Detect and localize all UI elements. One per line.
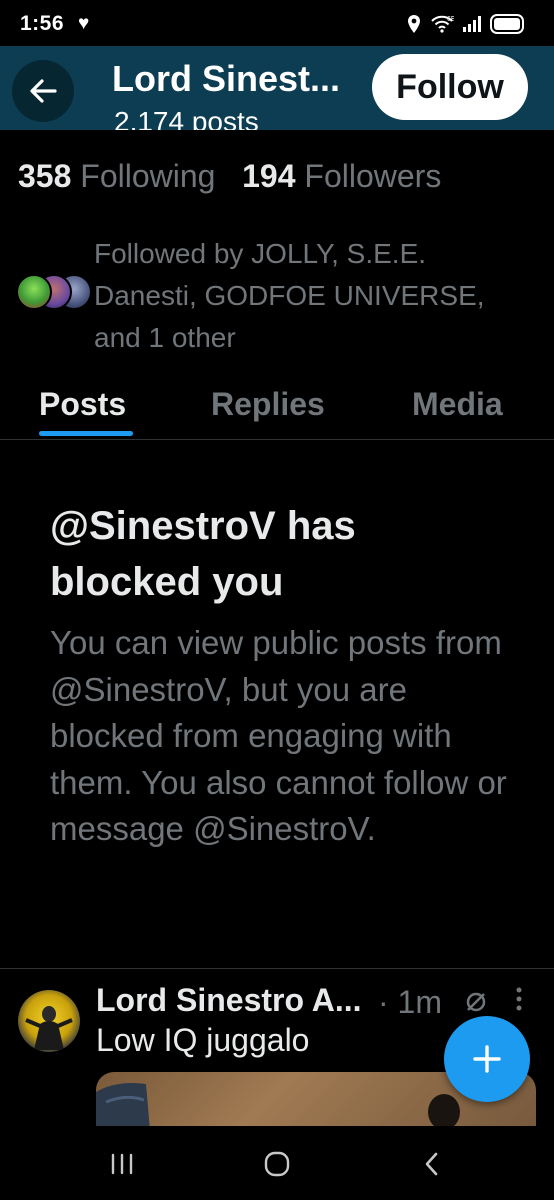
status-bar: 1:56 ♥ 6E xyxy=(0,0,554,46)
followers-label: Followers xyxy=(304,158,442,194)
home-icon xyxy=(264,1151,290,1177)
compose-post-button[interactable] xyxy=(444,1016,530,1102)
back-nav-button[interactable] xyxy=(402,1144,462,1184)
more-options-icon[interactable] xyxy=(514,986,524,1019)
recent-apps-icon xyxy=(111,1153,133,1175)
heart-icon: ♥ xyxy=(78,13,90,34)
signal-icon xyxy=(463,16,481,32)
arrow-left-icon xyxy=(30,79,57,103)
post-text: Low IQ juggalo xyxy=(96,1022,310,1058)
followers-count: 194 xyxy=(242,158,296,194)
follow-button[interactable]: Follow xyxy=(372,54,528,120)
following-label: Following xyxy=(80,158,216,194)
follow-stats: 358 Following 194 Followers xyxy=(18,158,441,195)
edited-icon xyxy=(466,992,486,1012)
followed-by-avatars[interactable] xyxy=(14,274,94,312)
blocked-title: @SinestroV has blocked you xyxy=(50,504,356,604)
chevron-left-icon xyxy=(425,1152,438,1176)
blocked-description: You can view public posts from @Sinestro… xyxy=(50,624,507,847)
recent-apps-button[interactable] xyxy=(92,1144,152,1184)
avatar xyxy=(16,274,52,310)
battery-icon xyxy=(490,14,524,34)
location-icon xyxy=(408,15,420,33)
svg-text:6E: 6E xyxy=(447,16,454,23)
wifi-icon: 6E xyxy=(431,15,454,33)
following-count: 358 xyxy=(18,158,72,194)
system-nav-bar xyxy=(0,1126,554,1200)
following-link[interactable]: 358 Following xyxy=(18,158,215,194)
post-timestamp: · 1m xyxy=(378,984,489,1021)
post-author-avatar[interactable] xyxy=(18,990,80,1052)
plus-icon xyxy=(473,1045,501,1073)
post-author-name[interactable]: Lord Sinestro A... xyxy=(96,982,362,1019)
status-time: 1:56 xyxy=(20,12,65,35)
post-time: · 1m xyxy=(378,984,442,1020)
back-button[interactable] xyxy=(12,60,74,122)
avatar-figure-icon xyxy=(25,1006,73,1050)
profile-header: Lord Sinest... 2,174 posts Follow xyxy=(0,46,554,130)
post-count: 2,174 posts xyxy=(114,106,259,130)
profile-title: Lord Sinest... xyxy=(112,58,341,99)
profile-tabs: Posts Replies Media xyxy=(0,378,554,440)
tab-media[interactable]: Media xyxy=(412,386,503,423)
home-button[interactable] xyxy=(247,1144,307,1184)
active-tab-indicator xyxy=(39,431,133,436)
tab-replies[interactable]: Replies xyxy=(211,386,325,423)
followed-by-text[interactable]: Followed by JOLLY, S.E.E. Danesti, GODFO… xyxy=(94,233,534,359)
status-icons: 6E xyxy=(406,12,524,36)
followers-link[interactable]: 194 Followers xyxy=(242,158,441,194)
divider xyxy=(0,968,554,969)
tab-posts[interactable]: Posts xyxy=(39,386,126,423)
